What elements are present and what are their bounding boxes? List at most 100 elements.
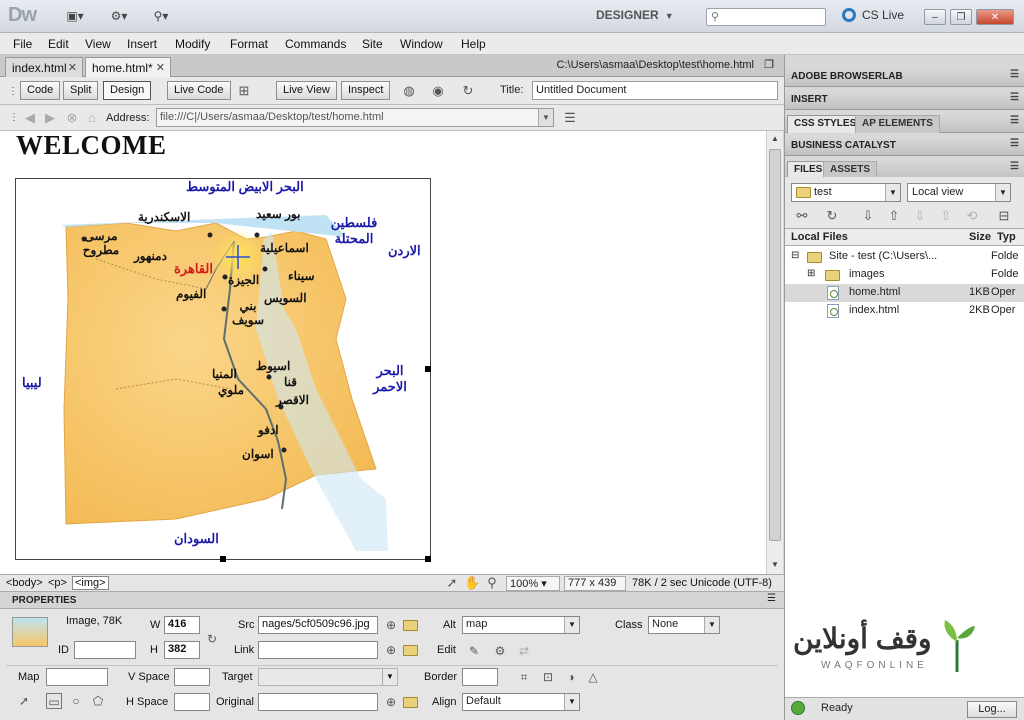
design-view-canvas[interactable]: WELCOME البحر الابيض المتوسط الاسكندرية … — [0, 131, 766, 574]
site-manager-icon[interactable]: ⚲▾ — [146, 7, 176, 25]
column-type[interactable]: Typ — [997, 231, 1016, 243]
layout-icon[interactable]: ▣▾ — [60, 7, 90, 25]
edit-image-icon[interactable]: ✎ — [466, 643, 482, 659]
check-out-icon[interactable]: ⇩ — [911, 207, 929, 225]
get-files-icon[interactable]: ⇩ — [859, 207, 877, 225]
zoom-select[interactable]: 100% ▾ — [506, 576, 560, 591]
resize-handle-bottom[interactable] — [220, 556, 226, 562]
folder-icon[interactable] — [403, 620, 418, 631]
visual-aids-icon[interactable]: ◉ — [430, 83, 446, 99]
link-input[interactable] — [258, 641, 378, 659]
src-input[interactable]: nages/5cf0509c96.jpg — [258, 616, 378, 634]
close-icon[interactable]: ✕ — [156, 61, 165, 74]
maximize-button[interactable]: ❐ — [950, 9, 972, 25]
connect-icon[interactable]: ⚯ — [793, 207, 811, 225]
restore-icon[interactable]: ❐ — [764, 58, 774, 71]
menu-edit[interactable]: Edit — [48, 37, 69, 51]
gear-icon[interactable]: ⚙▾ — [104, 7, 134, 25]
stop-icon[interactable]: ⊗ — [64, 110, 80, 126]
panel-menu-icon[interactable]: ☰ — [1010, 138, 1019, 149]
alt-select[interactable]: map ▼ — [462, 616, 580, 634]
menu-insert[interactable]: Insert — [127, 37, 157, 51]
live-code-button[interactable]: Live Code — [167, 81, 231, 100]
browser-preview-icon[interactable]: ◍ — [401, 83, 417, 99]
menu-modify[interactable]: Modify — [175, 37, 210, 51]
menu-view[interactable]: View — [85, 37, 111, 51]
design-view-button[interactable]: Design — [103, 81, 152, 100]
view-select[interactable]: Local view ▼ — [907, 183, 1011, 202]
tree-row-site[interactable]: ⊟ Site - test (C:\Users\... Folde — [785, 248, 1024, 266]
live-view-button[interactable]: Live View — [276, 81, 337, 100]
resize-handle-corner[interactable] — [425, 556, 431, 562]
panel-menu-icon[interactable]: ☰ — [767, 593, 776, 604]
panel-menu-icon[interactable]: ☰ — [1010, 161, 1019, 172]
split-view-button[interactable]: Split — [63, 81, 99, 100]
tag-img[interactable]: <img> — [72, 576, 109, 590]
circle-hotspot-icon[interactable]: ○ — [68, 693, 84, 709]
folder-icon[interactable] — [403, 645, 418, 656]
address-input[interactable]: file:///C|/Users/asmaa/Desktop/test/home… — [156, 108, 554, 127]
minimize-button[interactable]: – — [924, 9, 946, 25]
properties-panel-header[interactable]: PROPERTIES ☰ — [0, 592, 784, 609]
menu-site[interactable]: Site — [362, 37, 383, 51]
crop-icon[interactable]: ⌗ — [516, 669, 532, 685]
border-input[interactable] — [462, 668, 498, 686]
tag-p[interactable]: <p> — [48, 577, 67, 589]
menu-commands[interactable]: Commands — [285, 37, 346, 51]
tab-home-html[interactable]: home.html* ✕ — [85, 57, 171, 77]
panel-menu-icon[interactable]: ☰ — [1010, 115, 1019, 126]
tab-ap-elements[interactable]: AP ELEMENTS — [855, 115, 940, 133]
target-select[interactable]: ▼ — [258, 668, 398, 686]
menu-window[interactable]: Window — [400, 37, 443, 51]
close-button[interactable]: ✕ — [976, 9, 1014, 25]
update-from-original-icon[interactable]: ⇄ — [516, 643, 532, 659]
sharpen-icon[interactable]: △ — [585, 669, 601, 685]
code-navigator-icon[interactable]: ⊞ — [236, 83, 252, 99]
align-select[interactable]: Default ▼ — [462, 693, 580, 711]
map-name-input[interactable] — [46, 668, 108, 686]
menu-help[interactable]: Help — [461, 37, 486, 51]
home-icon[interactable]: ⌂ — [84, 110, 100, 126]
workspace-switcher[interactable]: DESIGNER ▼ — [596, 8, 674, 22]
panel-insert[interactable]: INSERT ☰ — [785, 90, 1024, 110]
resample-icon[interactable]: ⊡ — [540, 669, 556, 685]
pointer-hotspot-icon[interactable]: ➚ — [16, 693, 32, 709]
point-to-file-icon[interactable]: ⊕ — [383, 642, 399, 658]
design-view-scrollbar[interactable]: ▲ ▼ — [766, 131, 783, 574]
cs-live-button[interactable]: CS Live — [842, 8, 904, 22]
hand-tool-icon[interactable]: ✋ — [464, 575, 480, 591]
scroll-up-icon[interactable]: ▲ — [767, 131, 783, 147]
menu-file[interactable]: File — [13, 37, 32, 51]
browser-options-icon[interactable]: ☰ — [562, 110, 578, 126]
pointer-tool-icon[interactable]: ➚ — [444, 575, 460, 591]
tag-body[interactable]: <body> — [6, 577, 43, 589]
panel-business-catalyst[interactable]: BUSINESS CATALYST ☰ — [785, 136, 1024, 156]
original-input[interactable] — [258, 693, 378, 711]
tree-row-index-html[interactable]: index.html 2KB Oper — [785, 302, 1024, 320]
optimize-icon[interactable]: ⚙ — [492, 643, 508, 659]
panel-menu-icon[interactable]: ☰ — [1010, 69, 1019, 80]
point-to-file-icon[interactable]: ⊕ — [383, 694, 399, 710]
tab-index-html[interactable]: index.html ✕ — [5, 57, 83, 77]
tree-row-images[interactable]: ⊞ images Folde — [785, 266, 1024, 284]
window-size-select[interactable]: 777 x 439 ▾ — [564, 576, 626, 602]
scrollbar-thumb[interactable] — [769, 149, 781, 541]
hspace-input[interactable] — [174, 693, 210, 711]
log-button[interactable]: Log... — [967, 701, 1017, 718]
brightness-icon[interactable]: ◑ — [563, 669, 579, 685]
rectangle-hotspot-icon[interactable]: ▭ — [46, 693, 62, 709]
chevron-down-icon[interactable]: ▼ — [538, 109, 553, 126]
site-select[interactable]: test ▼ — [791, 183, 901, 202]
expand-icon[interactable]: ⊞ — [807, 268, 815, 279]
egypt-map-image[interactable]: البحر الابيض المتوسط الاسكندرية بور سعيد… — [15, 178, 431, 560]
collapse-icon[interactable]: ⊟ — [791, 250, 799, 261]
resize-handle-right[interactable] — [425, 366, 431, 372]
code-view-button[interactable]: Code — [20, 81, 61, 100]
panel-adobe-browserlab[interactable]: ADOBE BROWSERLAB ☰ — [785, 67, 1024, 87]
polygon-hotspot-icon[interactable]: ⬠ — [90, 693, 106, 709]
check-in-icon[interactable]: ⇧ — [937, 207, 955, 225]
scroll-down-icon[interactable]: ▼ — [767, 557, 783, 573]
class-select[interactable]: None ▼ — [648, 616, 720, 634]
sync-icon[interactable]: ⟲ — [963, 207, 981, 225]
expand-icon[interactable]: ⊟ — [995, 207, 1013, 225]
